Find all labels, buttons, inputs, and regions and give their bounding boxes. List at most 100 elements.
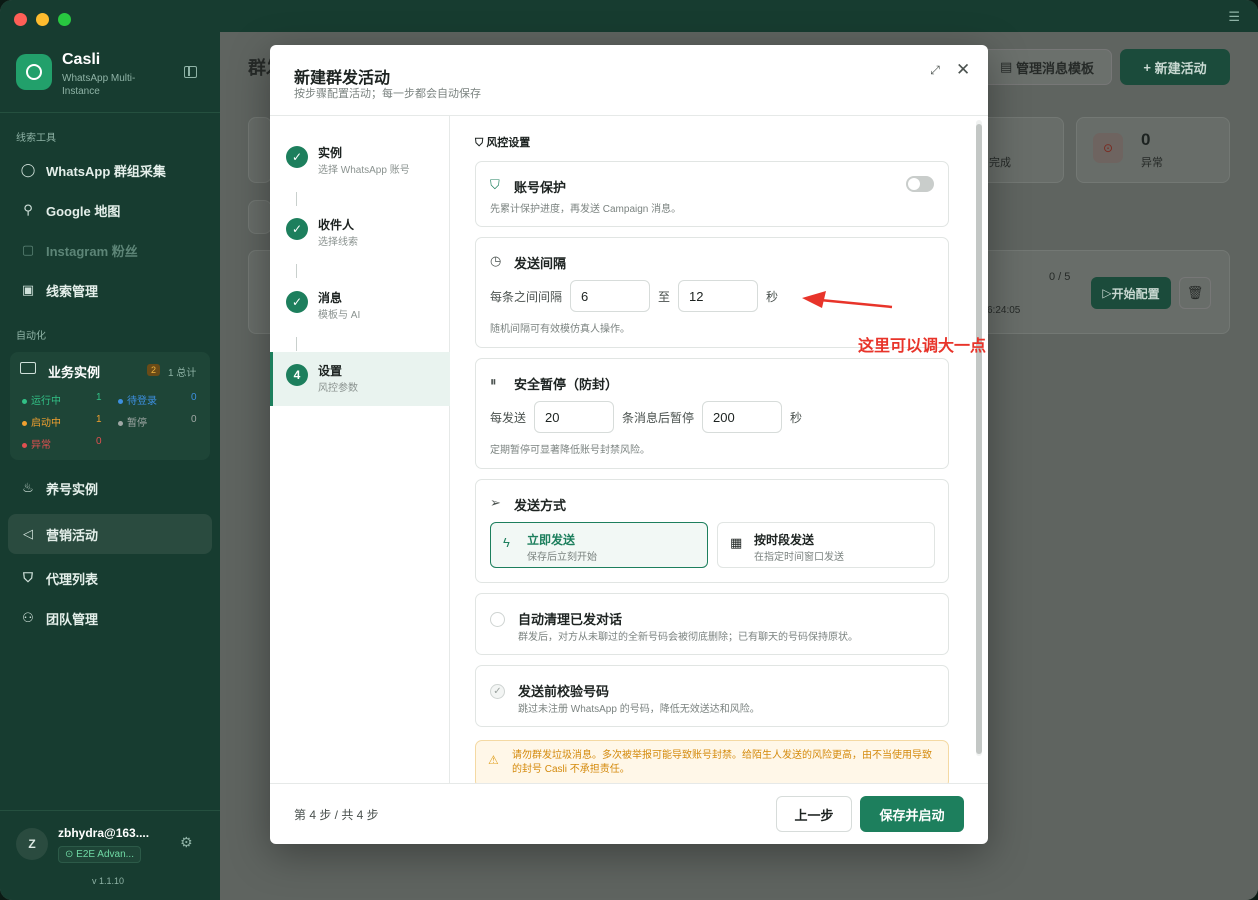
scrollbar[interactable] bbox=[976, 120, 982, 756]
campaign-progress: 0 / 5 bbox=[1049, 271, 1071, 283]
shield-icon: ⛉ bbox=[23, 570, 33, 585]
check-icon: ✓ bbox=[286, 146, 308, 168]
pause-icon: ⏸ bbox=[490, 374, 497, 389]
megaphone-icon: ◁ bbox=[23, 526, 33, 541]
step-connector bbox=[296, 192, 297, 206]
account-protection-desc: 先累计保护进度，再发送 Campaign 消息。 bbox=[490, 204, 682, 215]
expand-icon[interactable]: ⤢ bbox=[928, 63, 942, 77]
avatar[interactable]: Z bbox=[16, 828, 48, 860]
sidebar-item-proxies[interactable]: ⛉ 代理列表 bbox=[8, 560, 212, 596]
step-recipients[interactable]: ✓ 收件人 选择线索 bbox=[270, 206, 450, 260]
auto-cleanup-title: 自动清理已发对话 bbox=[518, 612, 623, 627]
step-subtitle: 模板与 AI bbox=[318, 310, 361, 321]
minimize-window-button[interactable] bbox=[36, 13, 49, 26]
sidebar: Casli WhatsApp Multi-Instance 线索工具 ◯ What… bbox=[0, 32, 220, 900]
sidebar-collapse-icon[interactable] bbox=[184, 66, 197, 78]
lightning-icon: ϟ bbox=[503, 535, 510, 550]
verify-number-card: ✓ 发送前校验号码 跳过未注册 WhatsApp 的号码，降低无效送达和风险。 bbox=[475, 665, 949, 727]
pause-count-input[interactable]: 20 bbox=[534, 401, 614, 433]
close-icon[interactable]: ✕ bbox=[956, 60, 970, 80]
step-title: 实例 bbox=[318, 146, 343, 160]
sidebar-item-instagram[interactable]: ▢ Instagram 粉丝 bbox=[8, 232, 212, 268]
title-bar: ☰ bbox=[0, 0, 1258, 32]
annotation-arrow-icon bbox=[802, 291, 893, 309]
flame-icon: ♨ bbox=[22, 480, 34, 495]
settings-gear-icon[interactable]: ⚙ bbox=[180, 834, 193, 851]
interval-max-input[interactable]: 12 bbox=[678, 280, 758, 312]
auto-cleanup-desc: 群发后，对方从未聊过的全新号码会被彻底删除；已有聊天的号码保持原状。 bbox=[518, 632, 858, 643]
stat-paused: 暂停 bbox=[118, 414, 147, 429]
auto-cleanup-checkbox[interactable] bbox=[490, 612, 505, 627]
map-pin-icon: ⚲ bbox=[23, 202, 33, 217]
monitor-icon bbox=[20, 362, 36, 374]
send-now-option[interactable]: ϟ 立即发送 保存后立刻开始 bbox=[490, 522, 708, 568]
pause-label-after: 条消息后暂停 bbox=[622, 411, 695, 425]
scheduled-send-option[interactable]: ▦ 按时段发送 在指定时间窗口发送 bbox=[717, 522, 935, 568]
close-window-button[interactable] bbox=[14, 13, 27, 26]
sidebar-item-warmup[interactable]: ♨ 养号实例 bbox=[8, 470, 212, 506]
verify-number-checkbox[interactable]: ✓ bbox=[490, 684, 505, 699]
instance-count-badge: 2 bbox=[147, 364, 161, 376]
account-protection-toggle[interactable] bbox=[906, 176, 934, 192]
safety-pause-card: ⏸ 安全暂停（防封） 每发送 20 条消息后暂停 200 秒 定期暂停可显著降低… bbox=[475, 358, 949, 469]
account-protection-title: 账号保护 bbox=[514, 180, 567, 195]
stat-paused-value: 0 bbox=[191, 414, 197, 425]
divider bbox=[0, 112, 220, 113]
new-campaign-dialog: 新建群发活动 按步骤配置活动；每一步都会自动保存 ⤢ ✕ ✓ 实例 选择 Wha… bbox=[270, 45, 988, 844]
step-connector bbox=[296, 264, 297, 278]
app-logo-icon bbox=[16, 54, 52, 90]
delete-icon[interactable]: 🗑 bbox=[1179, 277, 1211, 309]
step-instance[interactable]: ✓ 实例 选择 WhatsApp 账号 bbox=[270, 134, 450, 188]
instagram-icon: ▢ bbox=[21, 242, 35, 257]
step-title: 消息 bbox=[318, 291, 343, 305]
user-panel: Z zbhydra@163.... ⊙ E2E Advan... ⚙ v 1.1… bbox=[0, 810, 220, 900]
stat-error-value: 0 bbox=[96, 436, 102, 447]
sidebar-item-team[interactable]: ⚇ 团队管理 bbox=[8, 600, 212, 636]
pause-label-every: 每发送 bbox=[490, 411, 527, 425]
new-campaign-button[interactable]: + 新建活动 bbox=[1120, 49, 1230, 85]
zoom-window-button[interactable] bbox=[58, 13, 71, 26]
user-email: zbhydra@163.... bbox=[58, 826, 150, 840]
search-box[interactable] bbox=[248, 200, 272, 234]
pause-desc: 定期暂停可显著降低账号封禁风险。 bbox=[490, 445, 650, 456]
step-subtitle: 选择 WhatsApp 账号 bbox=[318, 165, 410, 176]
sidebar-item-lead-management[interactable]: ▣ 线索管理 bbox=[8, 272, 212, 308]
scroll-thumb[interactable] bbox=[976, 124, 982, 754]
interval-min-input[interactable]: 6 bbox=[570, 280, 650, 312]
step-number: 4 bbox=[286, 364, 308, 386]
spam-warning: ⚠ 请勿群发垃圾消息。多次被举报可能导致账号封禁。给陌生人发送的风险更高，由不当… bbox=[475, 740, 949, 783]
stat-pending-login-value: 0 bbox=[191, 392, 197, 403]
account-protection-card: ⛉ 账号保护 先累计保护进度，再发送 Campaign 消息。 bbox=[475, 161, 949, 227]
step-title: 设置 bbox=[318, 364, 343, 378]
business-instances-card[interactable]: 业务实例 2 1 总计 运行中 1 待登录 0 启动中 1 暂停 0 异常 0 bbox=[10, 352, 210, 460]
manage-templates-button[interactable]: ▤ 管理消息模板 bbox=[982, 49, 1112, 85]
stat-starting: 启动中 bbox=[22, 414, 61, 429]
previous-button[interactable]: 上一步 bbox=[776, 796, 852, 832]
option-subtitle: 在指定时间窗口发送 bbox=[754, 552, 844, 563]
sidebar-item-whatsapp-groups[interactable]: ◯ WhatsApp 群组采集 bbox=[8, 152, 212, 188]
sidebar-item-label: Google 地图 bbox=[46, 203, 121, 219]
interval-desc: 随机间隔可有效模仿真人操作。 bbox=[490, 324, 630, 335]
app-window: ☰ Casli WhatsApp Multi-Instance 线索工具 ◯ Wh… bbox=[0, 0, 1258, 900]
save-and-start-button[interactable]: 保存并启动 bbox=[860, 796, 964, 832]
step-message[interactable]: ✓ 消息 模板与 AI bbox=[270, 279, 450, 333]
stat-error-label: 异常 bbox=[1141, 157, 1163, 169]
stat-card bbox=[248, 117, 272, 183]
sidebar-item-label: 团队管理 bbox=[46, 611, 99, 627]
checklist-icon[interactable]: ☰ bbox=[1228, 9, 1240, 25]
section-label-automation: 自动化 bbox=[16, 331, 46, 342]
dialog-subtitle: 按步骤配置活动；每一步都会自动保存 bbox=[294, 88, 481, 100]
start-config-button[interactable]: ▷ 开始配置 bbox=[1091, 277, 1171, 309]
sidebar-item-campaigns[interactable]: ◁ 营销活动 bbox=[8, 514, 212, 554]
interval-unit: 秒 bbox=[766, 290, 779, 304]
step-settings[interactable]: 4 设置 风控参数 bbox=[270, 352, 450, 406]
sidebar-item-label: Instagram 粉丝 bbox=[46, 243, 138, 259]
dialog-footer: 第 4 步 / 共 4 步 上一步 保存并启动 bbox=[270, 784, 988, 844]
check-icon: ✓ bbox=[286, 218, 308, 240]
sidebar-item-google-maps[interactable]: ⚲ Google 地图 bbox=[8, 192, 212, 228]
settings-panel: ⛉ 风控设置 ⛉ 账号保护 先累计保护进度，再发送 Campaign 消息。 ◷… bbox=[451, 116, 988, 783]
pause-seconds-input[interactable]: 200 bbox=[702, 401, 782, 433]
plan-badge: ⊙ E2E Advan... bbox=[58, 846, 141, 863]
annotation-note: 这里可以调大一点 bbox=[858, 338, 987, 355]
brand: Casli WhatsApp Multi-Instance bbox=[16, 51, 216, 114]
